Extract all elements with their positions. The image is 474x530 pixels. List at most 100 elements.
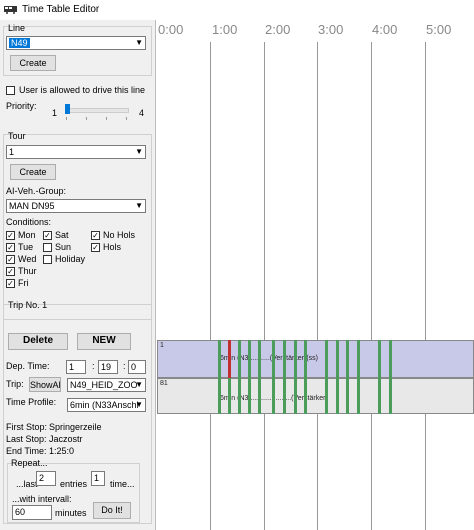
trip-select[interactable]: N49_HEID_ZOO ▼ bbox=[67, 378, 146, 392]
line-create-button[interactable]: Create bbox=[10, 55, 56, 71]
condition-label: Mon bbox=[18, 230, 36, 240]
dep-hour-field[interactable]: 1 bbox=[66, 360, 86, 374]
hour-label: 4:00 bbox=[372, 22, 398, 37]
condition-mon-checkbox[interactable]: ✓ bbox=[6, 231, 15, 240]
chevron-down-icon: ▼ bbox=[135, 201, 143, 210]
trip-row[interactable]: 81 6min (N3......................(Verstä… bbox=[157, 378, 474, 414]
left-panel: Line N49 ▼ Create User is allowed to dri… bbox=[0, 20, 156, 530]
chevron-down-icon: ▼ bbox=[135, 400, 143, 409]
dep-minute-field[interactable]: 19 bbox=[98, 360, 118, 374]
slider-tick bbox=[126, 117, 127, 120]
current-trip-marker[interactable] bbox=[228, 340, 231, 378]
trip-select-value: N49_HEID_ZOO bbox=[70, 380, 138, 390]
condition-label: Wed bbox=[18, 254, 37, 264]
allow-drive-label: User is allowed to drive this line bbox=[19, 85, 146, 95]
stop-marker bbox=[248, 378, 251, 414]
priority-slider-thumb[interactable] bbox=[65, 104, 70, 114]
time-profile-label: Time Profile: bbox=[6, 397, 57, 407]
condition-label: Hols bbox=[103, 242, 122, 252]
time-profile-select[interactable]: 6min (N33Anschl ▼ bbox=[67, 398, 146, 412]
condition-tue-checkbox[interactable]: ✓ bbox=[6, 243, 15, 252]
repeat-time-field[interactable]: 1 bbox=[91, 471, 105, 486]
stop-marker bbox=[218, 378, 221, 414]
end-time-value: 1:25:0 bbox=[49, 446, 75, 456]
hour-gridline bbox=[264, 42, 265, 530]
hour-label: 5:00 bbox=[426, 22, 452, 37]
last-stop-value: Jaczostr bbox=[49, 434, 83, 444]
do-it-button[interactable]: Do It! bbox=[93, 502, 131, 519]
stop-marker bbox=[238, 378, 241, 414]
new-trip-button[interactable]: NEW bbox=[77, 333, 131, 350]
delete-trip-button[interactable]: Delete bbox=[8, 333, 68, 350]
chevron-down-icon: ▼ bbox=[135, 147, 143, 156]
dep-time-label: Dep. Time: bbox=[6, 361, 50, 371]
priority-label: Priority: bbox=[6, 101, 37, 111]
stop-marker bbox=[218, 340, 221, 378]
stop-marker bbox=[357, 378, 360, 414]
repeat-minutes-label: minutes bbox=[55, 508, 87, 518]
stop-marker bbox=[304, 340, 307, 378]
last-stop-label: Last Stop: bbox=[6, 434, 47, 444]
stop-marker bbox=[389, 378, 392, 414]
tour-create-button[interactable]: Create bbox=[10, 164, 56, 180]
vehicle-select[interactable]: MAN DN95 ▼ bbox=[6, 199, 146, 213]
stop-marker bbox=[325, 340, 328, 378]
allow-drive-checkbox[interactable] bbox=[6, 86, 15, 95]
line-select-value: N49 bbox=[9, 38, 30, 48]
tour-group bbox=[3, 134, 152, 320]
repeat-group-label: Repeat... bbox=[11, 458, 48, 468]
hour-gridline bbox=[317, 42, 318, 530]
timeline-panel[interactable]: 0:00 1:00 2:00 3:00 4:00 5:00 bbox=[156, 20, 474, 530]
title-bar: Time Table Editor bbox=[0, 0, 474, 21]
stop-marker bbox=[248, 340, 251, 378]
condition-label: Thur bbox=[18, 266, 37, 276]
condition-noholidays-checkbox[interactable]: ✓ bbox=[91, 231, 100, 240]
slider-tick bbox=[86, 117, 87, 120]
condition-fri-checkbox[interactable]: ✓ bbox=[6, 279, 15, 288]
show-all-button[interactable]: ShowAl bbox=[29, 377, 61, 392]
stop-marker bbox=[325, 378, 328, 414]
repeat-entries-field[interactable]: 2 bbox=[36, 471, 56, 486]
repeat-interval-field[interactable]: 60 bbox=[12, 505, 52, 520]
trip-group-label: Trip No. 1 bbox=[8, 300, 48, 310]
trip-row-selected[interactable]: 1 6min (N3...........(Verstärker)(ss) bbox=[157, 340, 474, 378]
condition-holiday-checkbox[interactable] bbox=[43, 255, 52, 264]
line-select[interactable]: N49 ▼ bbox=[6, 36, 146, 50]
dep-second-field[interactable]: 0 bbox=[128, 360, 146, 374]
bus-app-icon bbox=[4, 6, 17, 14]
chevron-down-icon: ▼ bbox=[135, 38, 143, 47]
stop-marker bbox=[336, 340, 339, 378]
slider-tick bbox=[106, 117, 107, 120]
stop-marker bbox=[304, 378, 307, 414]
condition-holidays-checkbox[interactable]: ✓ bbox=[91, 243, 100, 252]
slider-tick bbox=[66, 117, 67, 120]
trip-label: Trip: bbox=[6, 379, 24, 389]
tour-select[interactable]: 1 ▼ bbox=[6, 145, 146, 159]
condition-sun-checkbox[interactable] bbox=[43, 243, 52, 252]
priority-max-label: 4 bbox=[139, 108, 145, 118]
priority-slider-track[interactable] bbox=[65, 108, 129, 113]
time-profile-value: 6min (N33Anschl bbox=[70, 400, 139, 410]
end-time-label: End Time: bbox=[6, 446, 47, 456]
hour-label: 3:00 bbox=[318, 22, 344, 37]
stop-marker bbox=[389, 340, 392, 378]
condition-sat-checkbox[interactable]: ✓ bbox=[43, 231, 52, 240]
hour-label: 0:00 bbox=[158, 22, 184, 37]
condition-label: Tue bbox=[18, 242, 34, 252]
repeat-time-label: time... bbox=[110, 479, 135, 489]
first-stop-label: First Stop: bbox=[6, 422, 48, 432]
stop-marker bbox=[294, 378, 297, 414]
stop-marker bbox=[238, 340, 241, 378]
condition-label: Holiday bbox=[55, 254, 86, 264]
line-group-label: Line bbox=[8, 23, 26, 33]
stop-marker bbox=[272, 378, 275, 414]
repeat-last-label: ...last bbox=[16, 479, 38, 489]
stop-marker bbox=[357, 340, 360, 378]
hour-gridline bbox=[210, 42, 211, 530]
vehicle-select-value: MAN DN95 bbox=[9, 201, 55, 211]
stop-marker bbox=[346, 340, 349, 378]
repeat-entries-label: entries bbox=[60, 479, 88, 489]
condition-wed-checkbox[interactable]: ✓ bbox=[6, 255, 15, 264]
conditions-label: Conditions: bbox=[6, 217, 52, 227]
condition-thur-checkbox[interactable]: ✓ bbox=[6, 267, 15, 276]
